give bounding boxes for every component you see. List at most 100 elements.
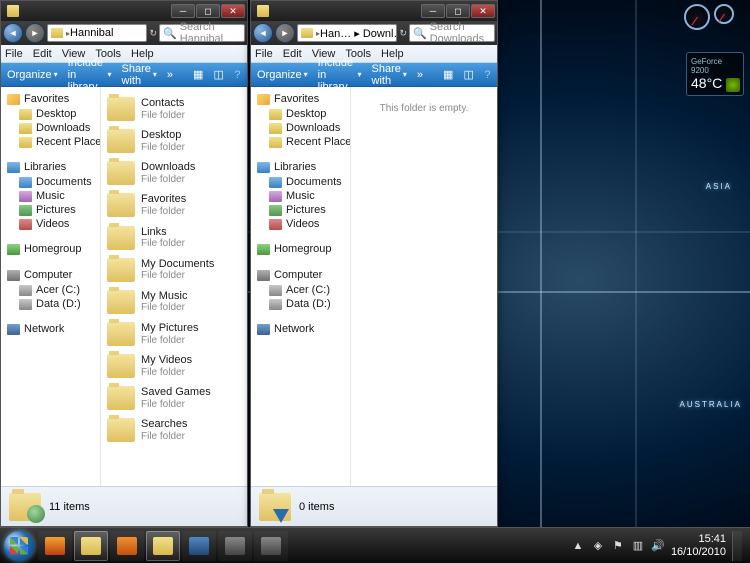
folder-item[interactable]: LinksFile folder: [105, 222, 243, 254]
folder-icon: [107, 354, 135, 378]
nav-item-music[interactable]: Music: [1, 189, 100, 203]
titlebar[interactable]: ─◻✕: [251, 1, 497, 21]
nav-pane: FavoritesDesktopDownloadsRecent Places Li…: [251, 87, 351, 486]
breadcrumb[interactable]: ▸ Han… ▸ Downl…: [297, 24, 397, 42]
nav-item-documents[interactable]: Documents: [251, 175, 350, 189]
nav-homegroup[interactable]: Homegroup: [1, 241, 100, 257]
nav-item-desktop[interactable]: Desktop: [251, 107, 350, 121]
tray-flag-icon[interactable]: ⚑: [611, 539, 625, 553]
view-button[interactable]: ▦: [193, 68, 203, 82]
nav-item-downloads[interactable]: Downloads: [1, 121, 100, 135]
nav-item-music[interactable]: Music: [251, 189, 350, 203]
close-button[interactable]: ✕: [471, 4, 495, 18]
libraries-icon: [7, 162, 20, 173]
network-icon: [257, 324, 270, 335]
folder-item[interactable]: ContactsFile folder: [105, 93, 243, 125]
folder-icon: [19, 205, 32, 216]
taskbar-app-app5[interactable]: [182, 531, 216, 561]
share-with-button[interactable]: Share with ▾: [372, 63, 407, 87]
organize-button[interactable]: Organize ▾: [257, 69, 308, 81]
search-input[interactable]: 🔍Search Downloads: [409, 24, 495, 42]
share-with-button[interactable]: Share with ▾: [122, 63, 157, 87]
folder-item[interactable]: Saved GamesFile folder: [105, 382, 243, 414]
more-button[interactable]: »: [167, 69, 173, 81]
nav-network[interactable]: Network: [1, 321, 100, 337]
folder-item[interactable]: My VideosFile folder: [105, 350, 243, 382]
nav-item-downloads[interactable]: Downloads: [251, 121, 350, 135]
folder-item[interactable]: My DocumentsFile folder: [105, 254, 243, 286]
taskbar-clock[interactable]: 15:41 16/10/2010: [671, 533, 726, 557]
nav-item-pictures[interactable]: Pictures: [251, 203, 350, 217]
folder-item[interactable]: My MusicFile folder: [105, 286, 243, 318]
start-button[interactable]: [4, 531, 34, 561]
preview-pane-button[interactable]: ◫: [463, 68, 473, 82]
breadcrumb[interactable]: ▸ Hannibal: [47, 24, 147, 42]
folder-icon: [19, 285, 32, 296]
taskbar-app-app7[interactable]: [254, 531, 288, 561]
preview-pane-button[interactable]: ◫: [213, 68, 223, 82]
back-button[interactable]: ◄: [3, 23, 23, 43]
refresh-button[interactable]: ↻: [399, 28, 407, 39]
nav-homegroup[interactable]: Homegroup: [251, 241, 350, 257]
menu-help[interactable]: Help: [131, 48, 154, 60]
nav-item-recent-places[interactable]: Recent Places: [251, 135, 350, 149]
nav-item-recent-places[interactable]: Recent Places: [1, 135, 100, 149]
nav-item-videos[interactable]: Videos: [251, 217, 350, 231]
forward-button[interactable]: ►: [275, 23, 295, 43]
folder-item[interactable]: My PicturesFile folder: [105, 318, 243, 350]
gpu-temp-gadget[interactable]: GeForce 9200 48°C: [686, 52, 744, 96]
search-input[interactable]: 🔍Search Hannibal: [159, 24, 245, 42]
maximize-button[interactable]: ◻: [196, 4, 220, 18]
nav-item-videos[interactable]: Videos: [1, 217, 100, 231]
nav-item-documents[interactable]: Documents: [1, 175, 100, 189]
menu-help[interactable]: Help: [381, 48, 404, 60]
nav-computer[interactable]: Computer: [1, 267, 100, 283]
taskbar-app-firefox[interactable]: [38, 531, 72, 561]
tray-up-icon[interactable]: ▲: [571, 539, 585, 553]
nav-favorites[interactable]: Favorites: [1, 91, 100, 107]
back-button[interactable]: ◄: [253, 23, 273, 43]
help-button[interactable]: ?: [234, 68, 241, 82]
nav-libraries[interactable]: Libraries: [251, 159, 350, 175]
nav-computer[interactable]: Computer: [251, 267, 350, 283]
taskbar-app-app6[interactable]: [218, 531, 252, 561]
nav-item-desktop[interactable]: Desktop: [1, 107, 100, 121]
more-button[interactable]: »: [417, 69, 423, 81]
content-pane[interactable]: This folder is empty.: [351, 87, 497, 486]
taskbar-app-wmp[interactable]: [110, 531, 144, 561]
nav-network[interactable]: Network: [251, 321, 350, 337]
taskbar-app-explorer2[interactable]: [146, 531, 180, 561]
nav-item-data-d-[interactable]: Data (D:): [1, 297, 100, 311]
refresh-button[interactable]: ↻: [149, 28, 157, 39]
nav-item-acer-c-[interactable]: Acer (C:): [251, 283, 350, 297]
minimize-button[interactable]: ─: [421, 4, 445, 18]
folder-item[interactable]: DownloadsFile folder: [105, 157, 243, 189]
cpu-meter-gadget[interactable]: [684, 4, 744, 44]
forward-button[interactable]: ►: [25, 23, 45, 43]
nav-item-acer-c-[interactable]: Acer (C:): [1, 283, 100, 297]
tray-network-icon[interactable]: ▥: [631, 539, 645, 553]
menu-file[interactable]: File: [255, 48, 273, 60]
menu-file[interactable]: File: [5, 48, 23, 60]
maximize-button[interactable]: ◻: [446, 4, 470, 18]
nav-libraries[interactable]: Libraries: [1, 159, 100, 175]
folder-item[interactable]: FavoritesFile folder: [105, 189, 243, 221]
tray-shield-icon[interactable]: ◈: [591, 539, 605, 553]
menu-edit[interactable]: Edit: [283, 48, 302, 60]
titlebar[interactable]: ─◻✕: [1, 1, 247, 21]
folder-item[interactable]: SearchesFile folder: [105, 414, 243, 446]
close-button[interactable]: ✕: [221, 4, 245, 18]
nav-item-pictures[interactable]: Pictures: [1, 203, 100, 217]
menu-edit[interactable]: Edit: [33, 48, 52, 60]
minimize-button[interactable]: ─: [171, 4, 195, 18]
taskbar-app-explorer[interactable]: [74, 531, 108, 561]
help-button[interactable]: ?: [484, 68, 491, 82]
view-button[interactable]: ▦: [443, 68, 453, 82]
tray-volume-icon[interactable]: 🔊: [651, 539, 665, 553]
nav-favorites[interactable]: Favorites: [251, 91, 350, 107]
content-pane[interactable]: ContactsFile folderDesktopFile folderDow…: [101, 87, 247, 486]
organize-button[interactable]: Organize ▾: [7, 69, 58, 81]
nav-item-data-d-[interactable]: Data (D:): [251, 297, 350, 311]
show-desktop-button[interactable]: [732, 531, 742, 561]
folder-item[interactable]: DesktopFile folder: [105, 125, 243, 157]
